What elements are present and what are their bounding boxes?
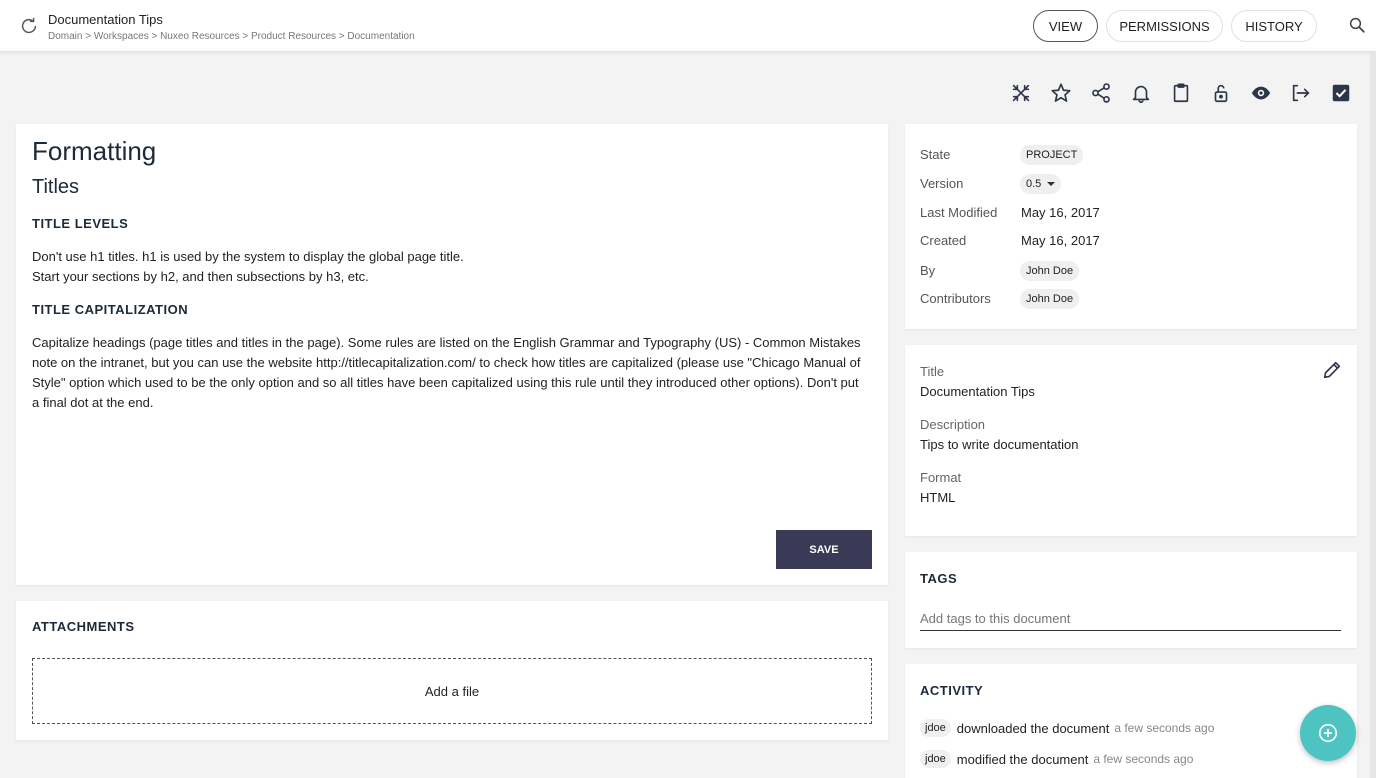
tags-input[interactable] bbox=[920, 607, 1341, 631]
state-badge: PROJECT bbox=[1020, 145, 1084, 165]
add-file-dropzone[interactable]: Add a file bbox=[32, 658, 872, 724]
document-info-card: Title Documentation Tips Description Tip… bbox=[905, 345, 1357, 536]
version-value: 0.5 bbox=[1026, 178, 1042, 190]
tags-card: TAGS bbox=[905, 552, 1357, 648]
paragraph: Capitalize headings (page titles and tit… bbox=[32, 335, 861, 410]
meta-state: State PROJECT bbox=[920, 145, 1340, 165]
star-icon[interactable] bbox=[1048, 80, 1074, 106]
modified-date: May 16, 2017 bbox=[1021, 205, 1100, 220]
attachments-title: ATTACHMENTS bbox=[32, 619, 135, 634]
paragraph: Don't use h1 titles. h1 is used by the s… bbox=[32, 249, 464, 264]
meta-version: Version 0.5 bbox=[920, 174, 1340, 194]
format-label: Format bbox=[920, 470, 962, 485]
tab-view[interactable]: VIEW bbox=[1033, 10, 1098, 42]
meta-label: Version bbox=[920, 176, 964, 191]
meta-label: Created bbox=[920, 233, 967, 248]
chevron-down-icon bbox=[1047, 182, 1056, 186]
description-value: Tips to write documentation bbox=[920, 437, 1079, 452]
meta-label: State bbox=[920, 147, 951, 162]
activity-item: jdoe downloaded the document a few secon… bbox=[920, 718, 1214, 738]
meta-created: Created May 16, 2017 bbox=[920, 231, 1340, 251]
format-value: HTML bbox=[920, 490, 956, 505]
unlock-icon[interactable] bbox=[1208, 80, 1234, 106]
top-header: Documentation Tips Domain > Workspaces >… bbox=[0, 0, 1376, 52]
eye-icon[interactable] bbox=[1248, 80, 1274, 106]
refresh-icon[interactable] bbox=[18, 15, 40, 37]
activity-item: jdoe modified the document a few seconds… bbox=[920, 749, 1193, 769]
created-date: May 16, 2017 bbox=[1021, 233, 1100, 248]
section-heading: Titles bbox=[32, 176, 80, 198]
user-chip[interactable]: jdoe bbox=[920, 719, 951, 737]
save-button[interactable]: SAVE bbox=[776, 530, 872, 569]
search-icon[interactable] bbox=[1348, 16, 1366, 34]
meta-contributors: Contributors John Doe bbox=[920, 289, 1340, 309]
description-label: Description bbox=[920, 417, 986, 432]
paragraph: Start your sections by h2, and then subs… bbox=[32, 269, 369, 284]
subsection-heading: TITLE CAPITALIZATION bbox=[32, 302, 189, 317]
meta-label: Contributors bbox=[920, 291, 991, 306]
title-value: Documentation Tips bbox=[920, 384, 1035, 399]
tab-history[interactable]: HISTORY bbox=[1231, 10, 1317, 42]
activity-card: ACTIVITY jdoe downloaded the document a … bbox=[905, 664, 1357, 778]
meta-by: By John Doe bbox=[920, 261, 1340, 281]
activity-time: a few seconds ago bbox=[1093, 752, 1194, 766]
document-content: Formatting Titles TITLE LEVELS Don't use… bbox=[16, 124, 888, 585]
share-icon[interactable] bbox=[1088, 80, 1114, 106]
activity-action: downloaded the document bbox=[956, 720, 1110, 736]
document-title: Documentation Tips bbox=[48, 12, 163, 27]
create-document-button[interactable] bbox=[1300, 705, 1356, 761]
tab-permissions[interactable]: PERMISSIONS bbox=[1106, 10, 1223, 42]
user-chip[interactable]: jdoe bbox=[920, 750, 951, 768]
activity-time: a few seconds ago bbox=[1114, 721, 1215, 735]
pencil-icon[interactable] bbox=[1321, 359, 1343, 381]
user-chip[interactable]: John Doe bbox=[1020, 261, 1080, 281]
page-title: Formatting bbox=[32, 136, 157, 166]
meta-label: By bbox=[920, 263, 936, 278]
tags-title: TAGS bbox=[920, 571, 958, 586]
activity-action: modified the document bbox=[956, 751, 1089, 767]
user-chip[interactable]: John Doe bbox=[1020, 289, 1080, 309]
subsection-heading: TITLE LEVELS bbox=[32, 216, 129, 231]
breadcrumb[interactable]: Domain > Workspaces > Nuxeo Resources > … bbox=[48, 31, 415, 42]
scrollbar[interactable] bbox=[1370, 52, 1376, 778]
version-dropdown[interactable]: 0.5 bbox=[1020, 174, 1062, 194]
export-icon[interactable] bbox=[1288, 80, 1314, 106]
meta-label: Last Modified bbox=[920, 205, 998, 220]
bell-icon[interactable] bbox=[1128, 80, 1154, 106]
title-label: Title bbox=[920, 364, 945, 379]
metadata-card: State PROJECT Version 0.5 Last Modified … bbox=[905, 124, 1357, 329]
attachments-card: ATTACHMENTS Add a file bbox=[16, 601, 888, 740]
add-icon bbox=[1318, 723, 1338, 743]
clipboard-icon[interactable] bbox=[1168, 80, 1194, 106]
activity-title: ACTIVITY bbox=[920, 683, 984, 698]
checkbox-icon[interactable] bbox=[1328, 80, 1354, 106]
meta-modified: Last Modified May 16, 2017 bbox=[920, 203, 1340, 223]
collapse-icon[interactable] bbox=[1008, 80, 1034, 106]
